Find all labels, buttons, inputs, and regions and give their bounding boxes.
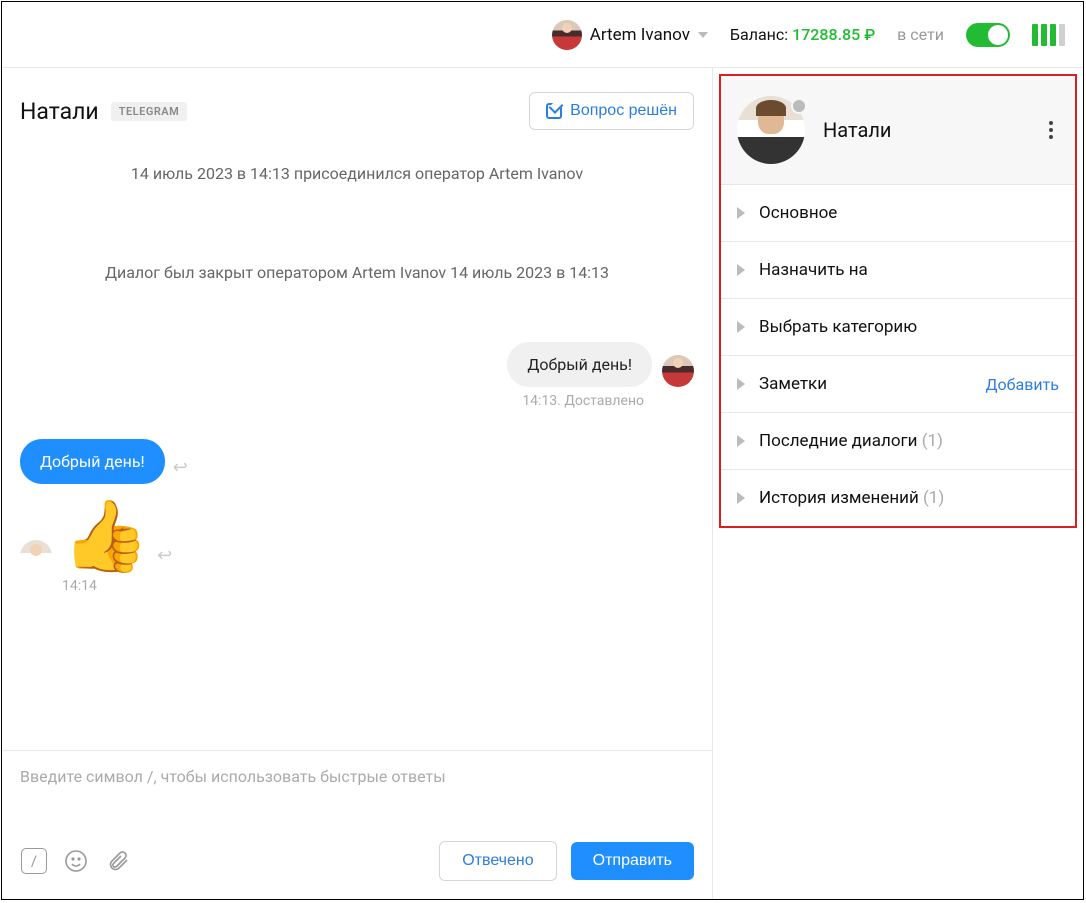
system-message: Диалог был закрыт оператором Artem Ivano… [20,263,694,282]
section-category[interactable]: Выбрать категорию [721,299,1075,356]
triangle-right-icon [737,378,745,390]
contact-avatar [737,96,805,164]
triangle-right-icon [737,207,745,219]
message-meta: 14:14 [62,578,694,594]
section-label: Назначить на [759,260,1059,280]
triangle-right-icon [737,435,745,447]
chat-title: Натали [20,98,99,125]
smile-icon [64,849,88,873]
balance-label: Баланс: [730,25,788,44]
attachment-button[interactable] [104,847,132,875]
app-header: Artem Ivanov Баланс: 17288.85 ₽ в сети [2,2,1083,68]
section-count: (1) [922,431,943,451]
triangle-right-icon [737,321,745,333]
paperclip-icon [106,849,130,873]
system-message: 14 июль 2023 в 14:13 присоединился опера… [20,164,694,183]
section-notes[interactable]: Заметки Добавить [721,356,1075,413]
send-button[interactable]: Отправить [571,842,694,880]
user-name: Artem Ivanov [590,25,690,45]
triangle-right-icon [737,264,745,276]
chevron-down-icon [698,32,708,38]
signal-bars-icon [1032,24,1065,46]
section-recent-dialogs[interactable]: Последние диалоги (1) [721,413,1075,470]
contact-panel: Натали Основное Назначить на Выбрать кат… [713,68,1083,899]
contact-name: Натали [823,118,1025,142]
slash-icon: / [21,848,47,874]
message-outgoing: Добрый день! [20,342,694,387]
resolved-button-label: Вопрос решён [570,102,677,120]
slash-command-button[interactable]: / [20,847,48,875]
section-count: (1) [923,488,944,508]
balance-value: 17288.85 ₽ [792,25,875,44]
online-label: в сети [897,25,944,44]
answered-button[interactable]: Отвечено [439,841,556,881]
composer: Введите символ /, чтобы использовать быс… [2,750,712,899]
channel-badge: TELEGRAM [111,102,188,121]
message-list[interactable]: 14 июль 2023 в 14:13 присоединился опера… [2,138,712,750]
add-note-link[interactable]: Добавить [986,375,1059,394]
balance-block: Баланс: 17288.85 ₽ [730,25,875,44]
user-avatar-icon [552,20,582,50]
emoji-thumbs-up-icon: 👍 [62,502,149,572]
emoji-button[interactable] [62,847,90,875]
operator-avatar-icon [662,355,694,387]
resolved-button[interactable]: Вопрос решён [529,92,694,130]
status-dot-icon [791,98,807,114]
section-label: Выбрать категорию [759,317,1059,337]
section-main[interactable]: Основное [721,185,1075,242]
chat-panel: Натали TELEGRAM Вопрос решён 14 июль 202… [2,68,713,899]
message-bubble: Добрый день! [507,342,652,387]
section-label: Последние диалоги (1) [759,431,1059,451]
contact-header: Натали [721,76,1075,185]
check-square-icon [546,103,562,119]
section-label: Основное [759,203,1059,223]
more-menu-button[interactable] [1043,115,1059,145]
triangle-right-icon [737,492,745,504]
message-incoming: Добрый день! ↩ [20,439,694,484]
message-incoming: 👍 ↩ [20,502,694,572]
section-label: Заметки [759,374,972,394]
chat-header: Натали TELEGRAM Вопрос решён [2,68,712,138]
online-toggle[interactable] [966,23,1010,47]
reply-icon[interactable]: ↩ [157,545,172,566]
message-input[interactable]: Введите символ /, чтобы использовать быс… [20,767,694,827]
section-assign[interactable]: Назначить на [721,242,1075,299]
message-meta: 14:13. Доставлено [20,393,644,409]
message-bubble: Добрый день! [20,439,165,484]
section-change-history[interactable]: История изменений (1) [721,470,1075,526]
section-label: История изменений (1) [759,488,1059,508]
reply-icon[interactable]: ↩ [173,457,188,478]
user-menu[interactable]: Artem Ivanov [552,20,708,50]
contact-avatar-icon [20,540,52,572]
